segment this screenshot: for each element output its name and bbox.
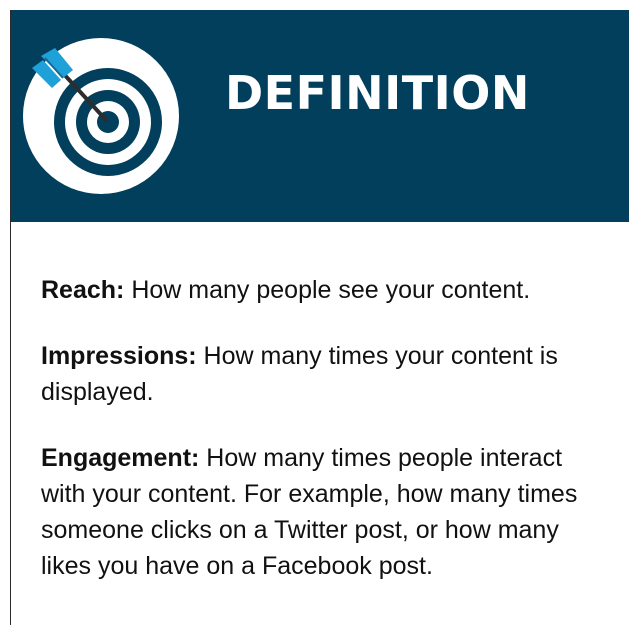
page-title: DEFINITION: [225, 66, 530, 120]
target-with-arrow-icon: [23, 38, 179, 194]
definition-list: Reach: How many people see your content.…: [41, 272, 611, 614]
definition-item-engagement: Engagement: How many times people intera…: [41, 440, 611, 584]
definition-card: DEFINITION Reach: How many people see yo…: [10, 10, 629, 625]
definition-term: Impressions:: [41, 342, 197, 370]
definition-term: Reach:: [41, 276, 125, 304]
definition-item-impressions: Impressions: How many times your content…: [41, 338, 611, 410]
definition-item-reach: Reach: How many people see your content.: [41, 272, 611, 308]
definition-description: How many people see your content.: [124, 276, 531, 304]
definition-term: Engagement:: [41, 444, 200, 472]
definition-header: DEFINITION: [11, 10, 629, 222]
